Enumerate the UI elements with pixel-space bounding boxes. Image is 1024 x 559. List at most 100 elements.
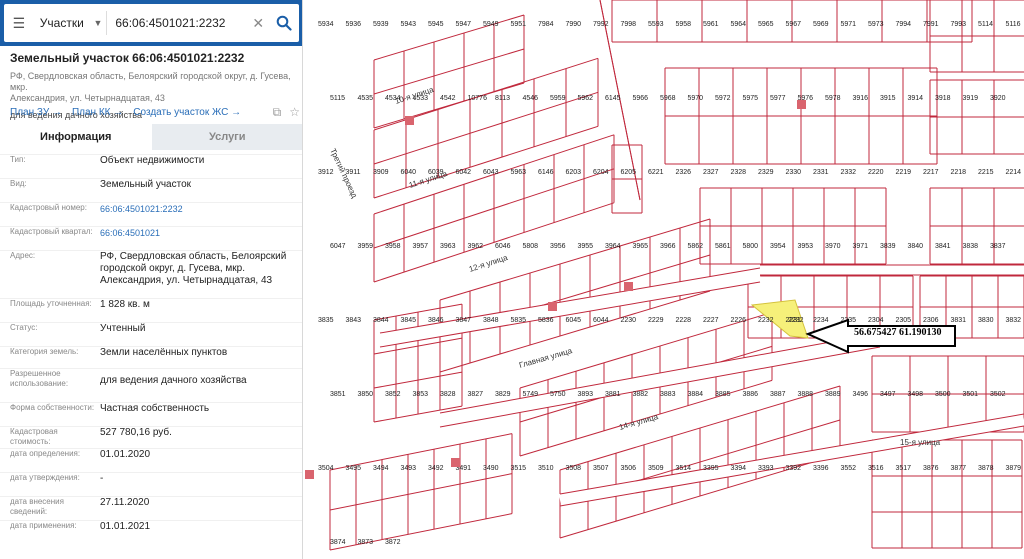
parcel-number: 3970 (825, 243, 841, 250)
prop-row: Категория земель: Земли населённых пункт… (0, 346, 302, 359)
parcel-number: 3490 (483, 465, 499, 472)
parcel-number: 3918 (935, 95, 951, 102)
prop-row: дата внесения сведений: 27.11.2020 (0, 496, 302, 517)
parcel-number: 2330 (786, 169, 802, 176)
parcel-number: 5959 (550, 95, 566, 102)
parcel-number: 5945 (428, 21, 444, 28)
prop-label: Статус: (10, 323, 38, 332)
prop-row: дата утверждения: - (0, 472, 302, 485)
category-label: Участки (39, 16, 84, 30)
parcel-number: 5969 (813, 21, 829, 28)
parcel-number: 2305 (896, 317, 912, 324)
search-input[interactable] (107, 8, 248, 38)
cadastral-number-link[interactable]: 66:06:4501021:2232 (100, 203, 295, 215)
parcel-number: 3835 (318, 317, 334, 324)
close-icon[interactable]: ✕ (247, 15, 269, 32)
parcel-number: 3877 (951, 465, 967, 472)
tab-information[interactable]: Информация (0, 124, 152, 150)
parcel-number: 3517 (896, 465, 912, 472)
parcel-number: 5114 (978, 21, 993, 28)
prop-label: Форма собственности: (10, 403, 95, 412)
parcel-number: 2326 (676, 169, 692, 176)
prop-value: 01.01.2021 (100, 521, 151, 532)
parcel-number: 3841 (935, 243, 951, 250)
tab-services[interactable]: Услуги (151, 124, 302, 150)
parcel-number: 6040 (401, 169, 417, 176)
parcel-number: 3879 (1006, 465, 1022, 472)
parcel-number: 6044 (593, 317, 609, 324)
parcel-number: 3832 (1006, 317, 1022, 324)
star-icon[interactable]: ☆ (289, 105, 300, 120)
prop-label-line: использование: (10, 379, 69, 388)
prop-label: дата утверждения: (10, 473, 80, 482)
prop-row: Форма собственности: Частная собственнос… (0, 402, 302, 415)
parcel-number: 6146 (538, 169, 554, 176)
plan-kk-link[interactable]: План КК → (72, 107, 123, 118)
prop-label: Кадастровый квартал: (10, 227, 93, 236)
parcel-number: 5966 (633, 95, 649, 102)
building-marker (451, 458, 460, 467)
parcel-number: 3883 (660, 391, 676, 398)
parcel-number: 5949 (483, 21, 499, 28)
prop-value: Земли населённых пунктов (100, 347, 228, 358)
parcel-number: 3954 (770, 243, 786, 250)
parcel-number: 3915 (880, 95, 896, 102)
parcel-number: 5862 (688, 243, 704, 250)
address-line: Александрия, ул. Четырнадцатая, 43 (100, 275, 273, 286)
parcel-number: 2229 (648, 317, 664, 324)
prop-value: 27.11.2020 (100, 497, 150, 508)
parcel-number: 3888 (798, 391, 814, 398)
parcel-number: 6205 (621, 169, 637, 176)
parcel-boundary (373, 125, 599, 199)
parcel-number: 8113 (495, 95, 510, 102)
parcel-number: 2306 (923, 317, 939, 324)
parcel-number: 3497 (880, 391, 896, 398)
parcel-number: 5939 (373, 21, 389, 28)
prop-value: Частная собственность (100, 403, 210, 414)
parcel-number: 3501 (963, 391, 979, 398)
address-line: РФ, Свердловская область, Белоярский (100, 251, 287, 262)
parcel-number: 6047 (330, 243, 346, 250)
prop-row: Площадь уточненная: 1 828 кв. м (0, 298, 302, 311)
parcel-number: 5961 (703, 21, 719, 28)
prop-value: РФ, Свердловская область, Белоярский гор… (100, 251, 295, 287)
parcel-number: 3919 (963, 95, 979, 102)
tool-buttons: ⧉ ☆ (273, 105, 300, 120)
street-name: Главная улица (518, 346, 574, 370)
search-button[interactable] (269, 4, 299, 42)
parcel-number: 3831 (951, 317, 967, 324)
parcel-number: 3502 (990, 391, 1006, 398)
create-parcel-link[interactable]: Создать участок ЖС → (133, 107, 241, 118)
parcel-number: 3851 (330, 391, 346, 398)
parcel-number: 5749 (523, 391, 539, 398)
parcel-number: 3955 (578, 243, 594, 250)
parcel-number: 2218 (951, 169, 967, 176)
prop-value: 1 828 кв. м (100, 299, 150, 310)
street-name: 12-я улица (468, 253, 509, 274)
parcel-number: 3493 (401, 465, 417, 472)
parcel-number: 5947 (456, 21, 472, 28)
parcel-number: 3971 (853, 243, 869, 250)
parcel-number: 3848 (483, 317, 499, 324)
parcel-number: 5965 (758, 21, 774, 28)
prop-label: Вид: (10, 179, 27, 188)
menu-icon[interactable]: ☰ (4, 4, 34, 42)
prop-row: Статус: Учтенный (0, 322, 302, 335)
category-select[interactable]: Участки ▼ (34, 11, 108, 35)
parcel-number: 3889 (825, 391, 841, 398)
parcel-number: 3509 (648, 465, 664, 472)
parcel-number: 3882 (633, 391, 649, 398)
cadastral-quarter-link[interactable]: 66:06:4501021 (100, 227, 295, 239)
prop-label: Категория земель: (10, 347, 79, 356)
parcel-number: 3510 (538, 465, 554, 472)
parcel-number: 2226 (731, 317, 747, 324)
plan-zu-link[interactable]: План ЗУ → (10, 107, 62, 118)
parcel-number: 5943 (401, 21, 417, 28)
copy-icon[interactable]: ⧉ (273, 105, 282, 120)
parcel-number: 6145 (605, 95, 621, 102)
parcel-number: 3498 (908, 391, 924, 398)
object-address-line: РФ, Свердловская область, Белоярский гор… (10, 71, 291, 92)
parcel-number: 5800 (743, 243, 759, 250)
tab-bar: Информация Услуги (0, 124, 302, 150)
parcel-number: 3966 (660, 243, 676, 250)
